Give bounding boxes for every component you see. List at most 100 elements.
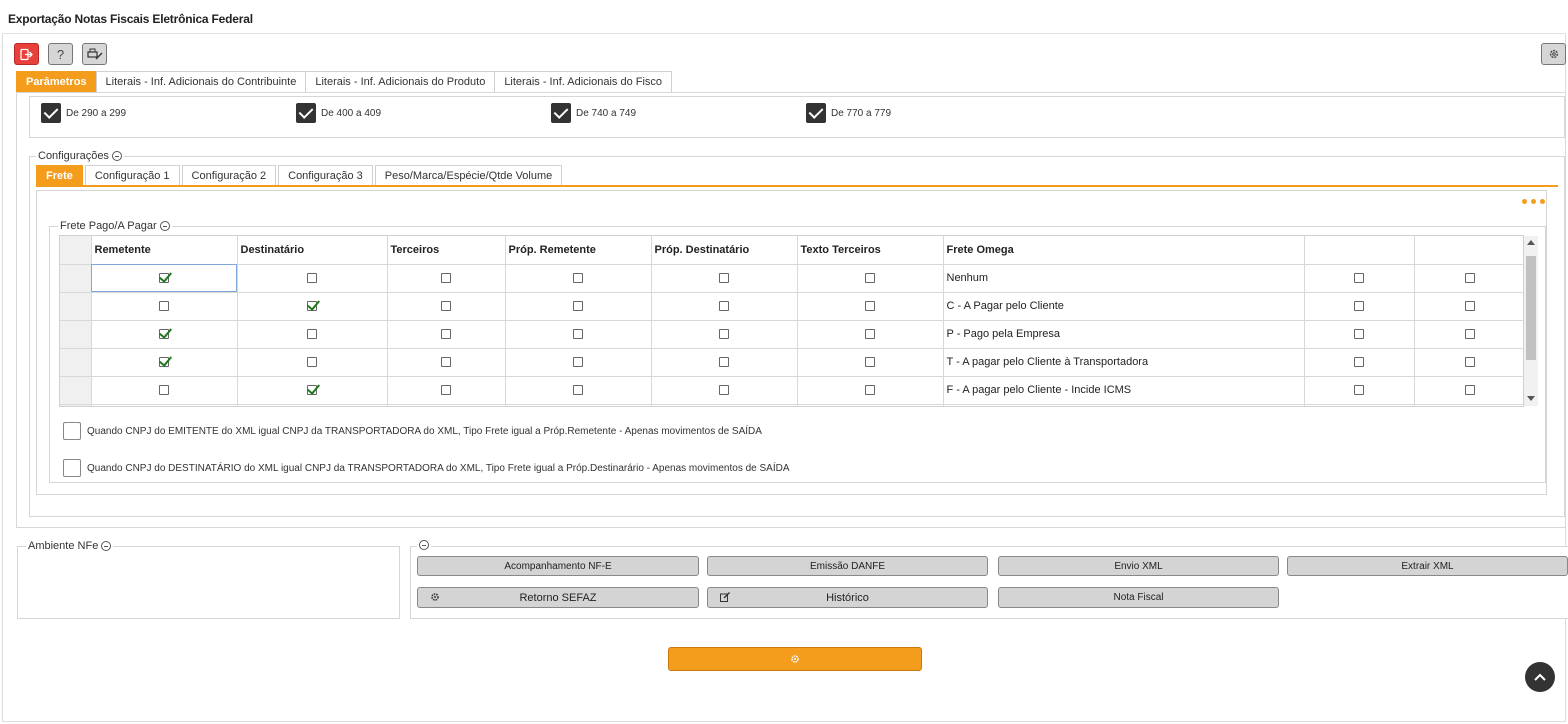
extra-1-checkbox[interactable]	[1354, 385, 1364, 395]
retorno-sefaz-button[interactable]: Retorno SEFAZ	[417, 587, 699, 608]
collapse-icon[interactable]	[159, 221, 170, 231]
help-button[interactable]: ?	[48, 43, 73, 65]
tab-configuracao-2[interactable]: Configuração 2	[181, 165, 277, 186]
collapse-icon[interactable]	[419, 540, 429, 550]
remetente-checkbox[interactable]	[159, 357, 169, 367]
terceiros-checkbox[interactable]	[441, 273, 451, 283]
row-header[interactable]	[60, 264, 92, 293]
prop-destinatario-checkbox[interactable]	[719, 385, 729, 395]
acompanhamento-nfe-button[interactable]: Acompanhamento NF-E	[417, 556, 699, 576]
scroll-thumb[interactable]	[1526, 256, 1536, 360]
tab-literais-contribuinte[interactable]: Literais - Inf. Adicionais do Contribuin…	[95, 71, 306, 92]
texto-terceiros-checkbox[interactable]	[865, 301, 875, 311]
remetente-checkbox[interactable]	[159, 301, 169, 311]
tab-literais-produto[interactable]: Literais - Inf. Adicionais do Produto	[305, 71, 495, 92]
extra-2-checkbox[interactable]	[1464, 385, 1475, 395]
table-row[interactable]: T - A pagar pelo Cliente à Transportador…	[60, 348, 1523, 377]
table-row[interactable]	[60, 404, 1523, 406]
tab-parametros[interactable]: Parâmetros	[16, 71, 96, 92]
table-row[interactable]: C - A Pagar pelo Cliente	[60, 292, 1523, 321]
scroll-up-icon[interactable]	[1527, 240, 1535, 245]
terceiros-checkbox[interactable]	[441, 385, 451, 395]
destinatario-checkbox[interactable]	[307, 357, 317, 367]
execute-button[interactable]	[668, 647, 922, 671]
prop-remetente-checkbox[interactable]	[573, 329, 583, 339]
col-destinatario[interactable]: Destinatário	[237, 236, 388, 265]
prop-destinatario-checkbox[interactable]	[719, 329, 729, 339]
destinatario-checkbox[interactable]	[307, 385, 317, 395]
prop-destinatario-checkbox[interactable]	[719, 273, 729, 283]
more-options-icon[interactable]	[1522, 199, 1545, 204]
nota-fiscal-button[interactable]: Nota Fiscal	[998, 587, 1279, 608]
range-770-checkbox[interactable]	[806, 103, 826, 123]
collapse-icon[interactable]	[101, 541, 112, 551]
frete-omega-cell[interactable]: Nenhum	[943, 264, 1305, 293]
frete-omega-cell[interactable]: C - A Pagar pelo Cliente	[943, 292, 1305, 321]
exit-button[interactable]	[14, 43, 39, 65]
range-740-checkbox[interactable]	[551, 103, 571, 123]
remetente-checkbox[interactable]	[159, 273, 169, 283]
envio-xml-button[interactable]: Envio XML	[998, 556, 1279, 576]
col-frete-omega[interactable]: Frete Omega	[943, 236, 1305, 265]
terceiros-checkbox[interactable]	[441, 329, 451, 339]
prop-remetente-checkbox[interactable]	[573, 273, 583, 283]
col-texto-terceiros[interactable]: Texto Terceiros	[797, 236, 944, 265]
row-header[interactable]	[60, 376, 92, 405]
print-settings-button[interactable]	[82, 43, 107, 65]
tab-literais-fisco[interactable]: Literais - Inf. Adicionais do Fisco	[494, 71, 673, 92]
table-row[interactable]: P - Pago pela Empresa	[60, 320, 1523, 349]
col-remetente[interactable]: Remetente	[91, 236, 238, 265]
prop-remetente-checkbox[interactable]	[573, 357, 583, 367]
extrair-xml-button[interactable]: Extrair XML	[1287, 556, 1568, 576]
grid-scrollbar[interactable]	[1524, 236, 1538, 406]
extra-2-checkbox[interactable]	[1464, 273, 1475, 283]
terceiros-checkbox[interactable]	[441, 357, 451, 367]
prop-destinatario-checkbox[interactable]	[719, 301, 729, 311]
row-header[interactable]	[60, 348, 92, 377]
tab-configuracao-3[interactable]: Configuração 3	[278, 165, 373, 186]
tab-frete[interactable]: Frete	[36, 165, 83, 186]
tab-peso-marca[interactable]: Peso/Marca/Espécie/Qtde Volume	[374, 165, 563, 186]
back-to-top-button[interactable]	[1525, 662, 1555, 692]
extra-1-checkbox[interactable]	[1354, 329, 1364, 339]
destinatario-checkbox[interactable]	[307, 301, 317, 311]
range-290-checkbox[interactable]	[41, 103, 61, 123]
prop-remetente-checkbox[interactable]	[573, 385, 583, 395]
table-row[interactable]: F - A pagar pelo Cliente - Incide ICMS	[60, 376, 1523, 405]
table-row[interactable]: Nenhum	[60, 264, 1523, 293]
scroll-down-icon[interactable]	[1527, 396, 1535, 401]
prop-destinatario-checkbox[interactable]	[719, 357, 729, 367]
col-prop-destinatario[interactable]: Próp. Destinatário	[651, 236, 798, 265]
col-prop-remetente[interactable]: Próp. Remetente	[505, 236, 652, 265]
extra-2-checkbox[interactable]	[1464, 329, 1475, 339]
range-400-checkbox[interactable]	[296, 103, 316, 123]
frete-omega-cell[interactable]: F - A pagar pelo Cliente - Incide ICMS	[943, 376, 1305, 405]
texto-terceiros-checkbox[interactable]	[865, 273, 875, 283]
historico-button[interactable]: Histórico	[707, 587, 988, 608]
destinatario-transportadora-checkbox[interactable]	[63, 459, 81, 477]
texto-terceiros-checkbox[interactable]	[865, 357, 875, 367]
collapse-icon[interactable]	[111, 151, 122, 161]
col-extra-2[interactable]	[1414, 236, 1523, 265]
extra-1-checkbox[interactable]	[1354, 301, 1364, 311]
texto-terceiros-checkbox[interactable]	[865, 329, 875, 339]
extra-1-checkbox[interactable]	[1354, 273, 1364, 283]
row-header[interactable]	[60, 292, 92, 321]
extra-2-checkbox[interactable]	[1464, 357, 1475, 367]
emitente-transportadora-checkbox[interactable]	[63, 422, 81, 440]
prop-remetente-checkbox[interactable]	[573, 301, 583, 311]
settings-button[interactable]	[1541, 43, 1566, 65]
destinatario-checkbox[interactable]	[307, 329, 317, 339]
col-terceiros[interactable]: Terceiros	[387, 236, 506, 265]
extra-2-checkbox[interactable]	[1464, 301, 1475, 311]
tab-configuracao-1[interactable]: Configuração 1	[84, 165, 180, 186]
destinatario-checkbox[interactable]	[307, 273, 317, 283]
remetente-checkbox[interactable]	[159, 329, 169, 339]
col-extra-1[interactable]	[1304, 236, 1415, 265]
frete-omega-cell[interactable]: P - Pago pela Empresa	[943, 320, 1305, 349]
remetente-checkbox[interactable]	[159, 385, 169, 395]
extra-1-checkbox[interactable]	[1354, 357, 1364, 367]
terceiros-checkbox[interactable]	[441, 301, 451, 311]
emissao-danfe-button[interactable]: Emissão DANFE	[707, 556, 988, 576]
row-header[interactable]	[60, 320, 92, 349]
